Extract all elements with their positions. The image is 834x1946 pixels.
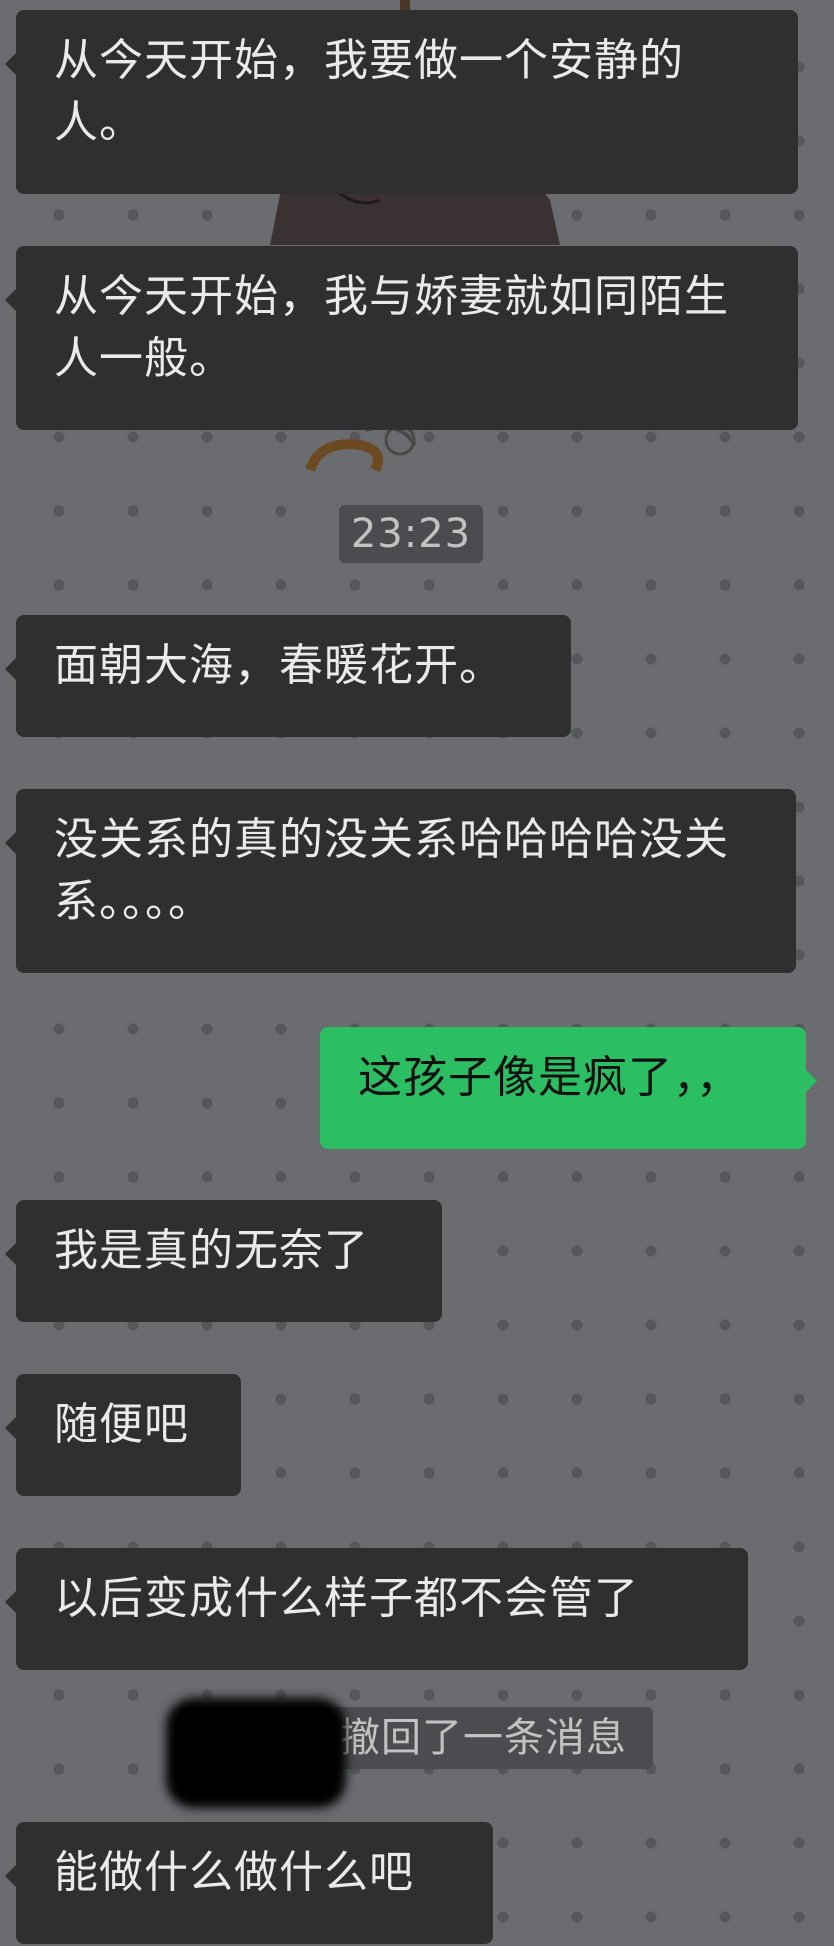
message-bubble-incoming[interactable]: 我是真的无奈了	[5, 1200, 442, 1322]
chat-area[interactable]: 从今天开始，我要做一个安静的人。 从今天开始，我与娇妻就如同陌生人一般。 23:…	[0, 0, 834, 1946]
message-bubble-incoming[interactable]: 面朝大海，春暖花开。	[5, 615, 571, 737]
message-bubble-incoming[interactable]: 以后变成什么样子都不会管了	[5, 1548, 748, 1670]
message-bubble-incoming[interactable]: 随便吧	[5, 1374, 241, 1496]
message-bubble-outgoing[interactable]: 这孩子像是疯了，，	[320, 1027, 817, 1149]
message-bubble-incoming[interactable]: 从今天开始，我与娇妻就如同陌生人一般。	[5, 246, 798, 430]
message-bubble-incoming[interactable]: 从今天开始，我要做一个安静的人。	[5, 10, 798, 194]
message-bubble-incoming[interactable]: 没关系的真的没关系哈哈哈哈没关系。。。。	[5, 789, 796, 973]
redacted-name-scribble	[166, 1698, 346, 1808]
message-bubble-incoming[interactable]: 能做什么做什么吧	[5, 1822, 493, 1944]
timestamp-label: 23:23	[339, 505, 483, 563]
